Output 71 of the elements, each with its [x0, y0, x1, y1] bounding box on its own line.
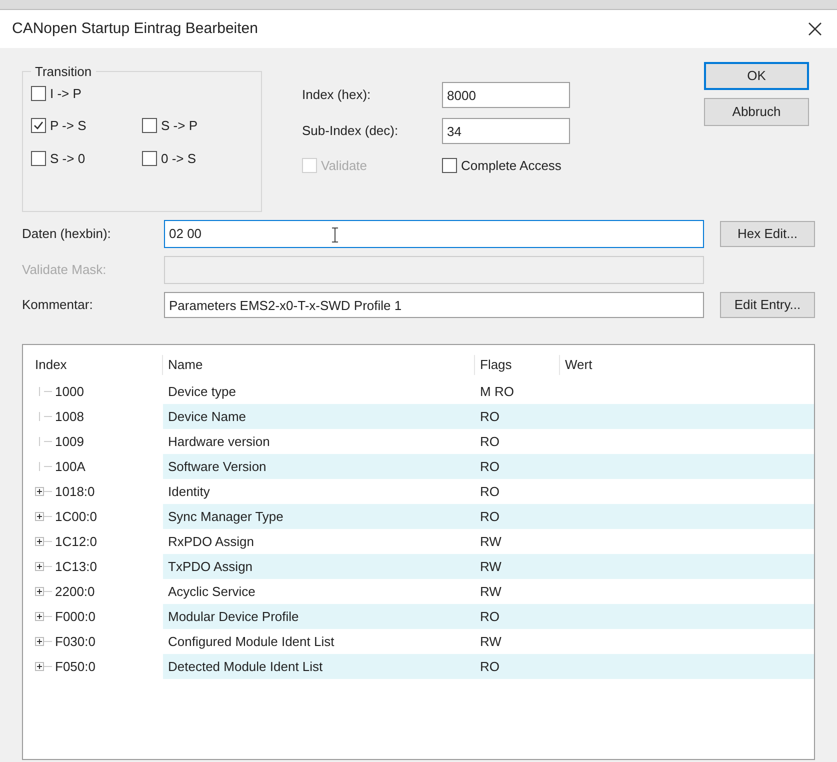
table-cell-text: Device type [167, 382, 237, 401]
table-cell-text: Modular Device Profile [167, 608, 300, 626]
window-title: CANopen Startup Eintrag Bearbeiten [12, 18, 258, 39]
input-field[interactable]: 34 [442, 118, 570, 144]
field-label: Kommentar: [22, 296, 94, 314]
column-header[interactable]: Wert [560, 355, 710, 375]
table-cell-text: TxPDO Assign [167, 558, 254, 576]
expand-icon[interactable] [35, 487, 44, 496]
field-label: Sub-Index (dec): [302, 122, 400, 140]
table-cell-text: Hardware version [167, 432, 271, 451]
checkbox[interactable]: S -> 0 [31, 148, 142, 168]
column-header[interactable]: Index [23, 355, 163, 375]
table-cell-text: Configured Module Ident List [167, 632, 336, 651]
table-cell-text: 1008 [55, 408, 84, 426]
expand-icon[interactable] [35, 662, 44, 671]
expand-icon[interactable] [35, 562, 44, 571]
input-field[interactable]: 02 00 [164, 220, 704, 248]
table-cell-text: RO [479, 408, 500, 426]
table-cell-text: 1C12:0 [55, 532, 97, 551]
table-cell-text: 1C13:0 [55, 558, 97, 576]
table-cell-text: 1018:0 [55, 482, 95, 501]
table-cell-text: Sync Manager Type [167, 508, 284, 526]
column-header[interactable]: Name [163, 355, 475, 375]
expand-icon[interactable] [35, 587, 44, 596]
table-cell-text: Acyclic Service [167, 582, 256, 601]
table-cell-text: RW [479, 532, 502, 551]
input-field[interactable]: 8000 [442, 82, 570, 108]
table-cell-text: RO [479, 508, 500, 526]
table-cell-text: RO [479, 482, 500, 501]
hex-edit-button[interactable]: Hex Edit... [720, 221, 815, 247]
check-icon [33, 120, 44, 132]
dialog-button[interactable]: OK [704, 62, 809, 90]
table-cell-text: 1000 [55, 382, 84, 401]
table-cell-text: 2200:0 [55, 582, 95, 601]
table-cell-text: F030:0 [55, 632, 96, 651]
table-cell-text: RO [479, 658, 500, 676]
checkbox[interactable]: 0 -> S [142, 148, 253, 168]
table-cell-text: 1C00:0 [55, 508, 97, 526]
table-cell-text: RO [479, 608, 500, 626]
table-cell-text: RxPDO Assign [167, 532, 255, 551]
table-cell-text: RW [479, 558, 502, 576]
checkbox[interactable]: S -> P [142, 116, 253, 136]
table-cell-text: Detected Module Ident List [167, 658, 324, 676]
field-label: Validate Mask: [22, 261, 108, 280]
input-field[interactable]: Parameters EMS2-x0-T-x-SWD Profile 1 [164, 292, 704, 318]
dialog-button[interactable]: Abbruch [704, 98, 809, 126]
expand-icon[interactable] [35, 612, 44, 621]
table-cell-text: RO [479, 458, 500, 476]
table-cell-text: Identity [167, 482, 211, 501]
field-label: Index (hex): [302, 86, 372, 104]
checkbox[interactable]: P -> S [31, 116, 142, 136]
table-cell-text: M RO [479, 382, 515, 401]
field-label: Daten (hexbin): [22, 225, 112, 244]
table-cell-text: 100A [55, 458, 86, 476]
table-cell-text: RO [479, 432, 500, 451]
table-cell-text: Software Version [167, 458, 268, 476]
table-cell-text: Device Name [167, 408, 248, 426]
checkbox[interactable]: Complete Access [442, 156, 562, 176]
table-cell-text: RW [479, 632, 502, 651]
table-cell-text: 1009 [55, 432, 84, 451]
text-cursor-icon [331, 227, 339, 243]
expand-icon[interactable] [35, 512, 44, 521]
group-title: Transition [34, 63, 93, 81]
checkbox[interactable]: I -> P [31, 84, 253, 103]
expand-icon[interactable] [35, 537, 44, 546]
table-cell-text: F000:0 [55, 608, 96, 626]
table-cell-text: RW [479, 582, 502, 601]
column-header[interactable]: Flags [475, 355, 560, 375]
expand-icon[interactable] [35, 637, 44, 646]
edit-entry-button[interactable]: Edit Entry... [720, 292, 815, 318]
table-cell-text: F050:0 [55, 658, 96, 676]
